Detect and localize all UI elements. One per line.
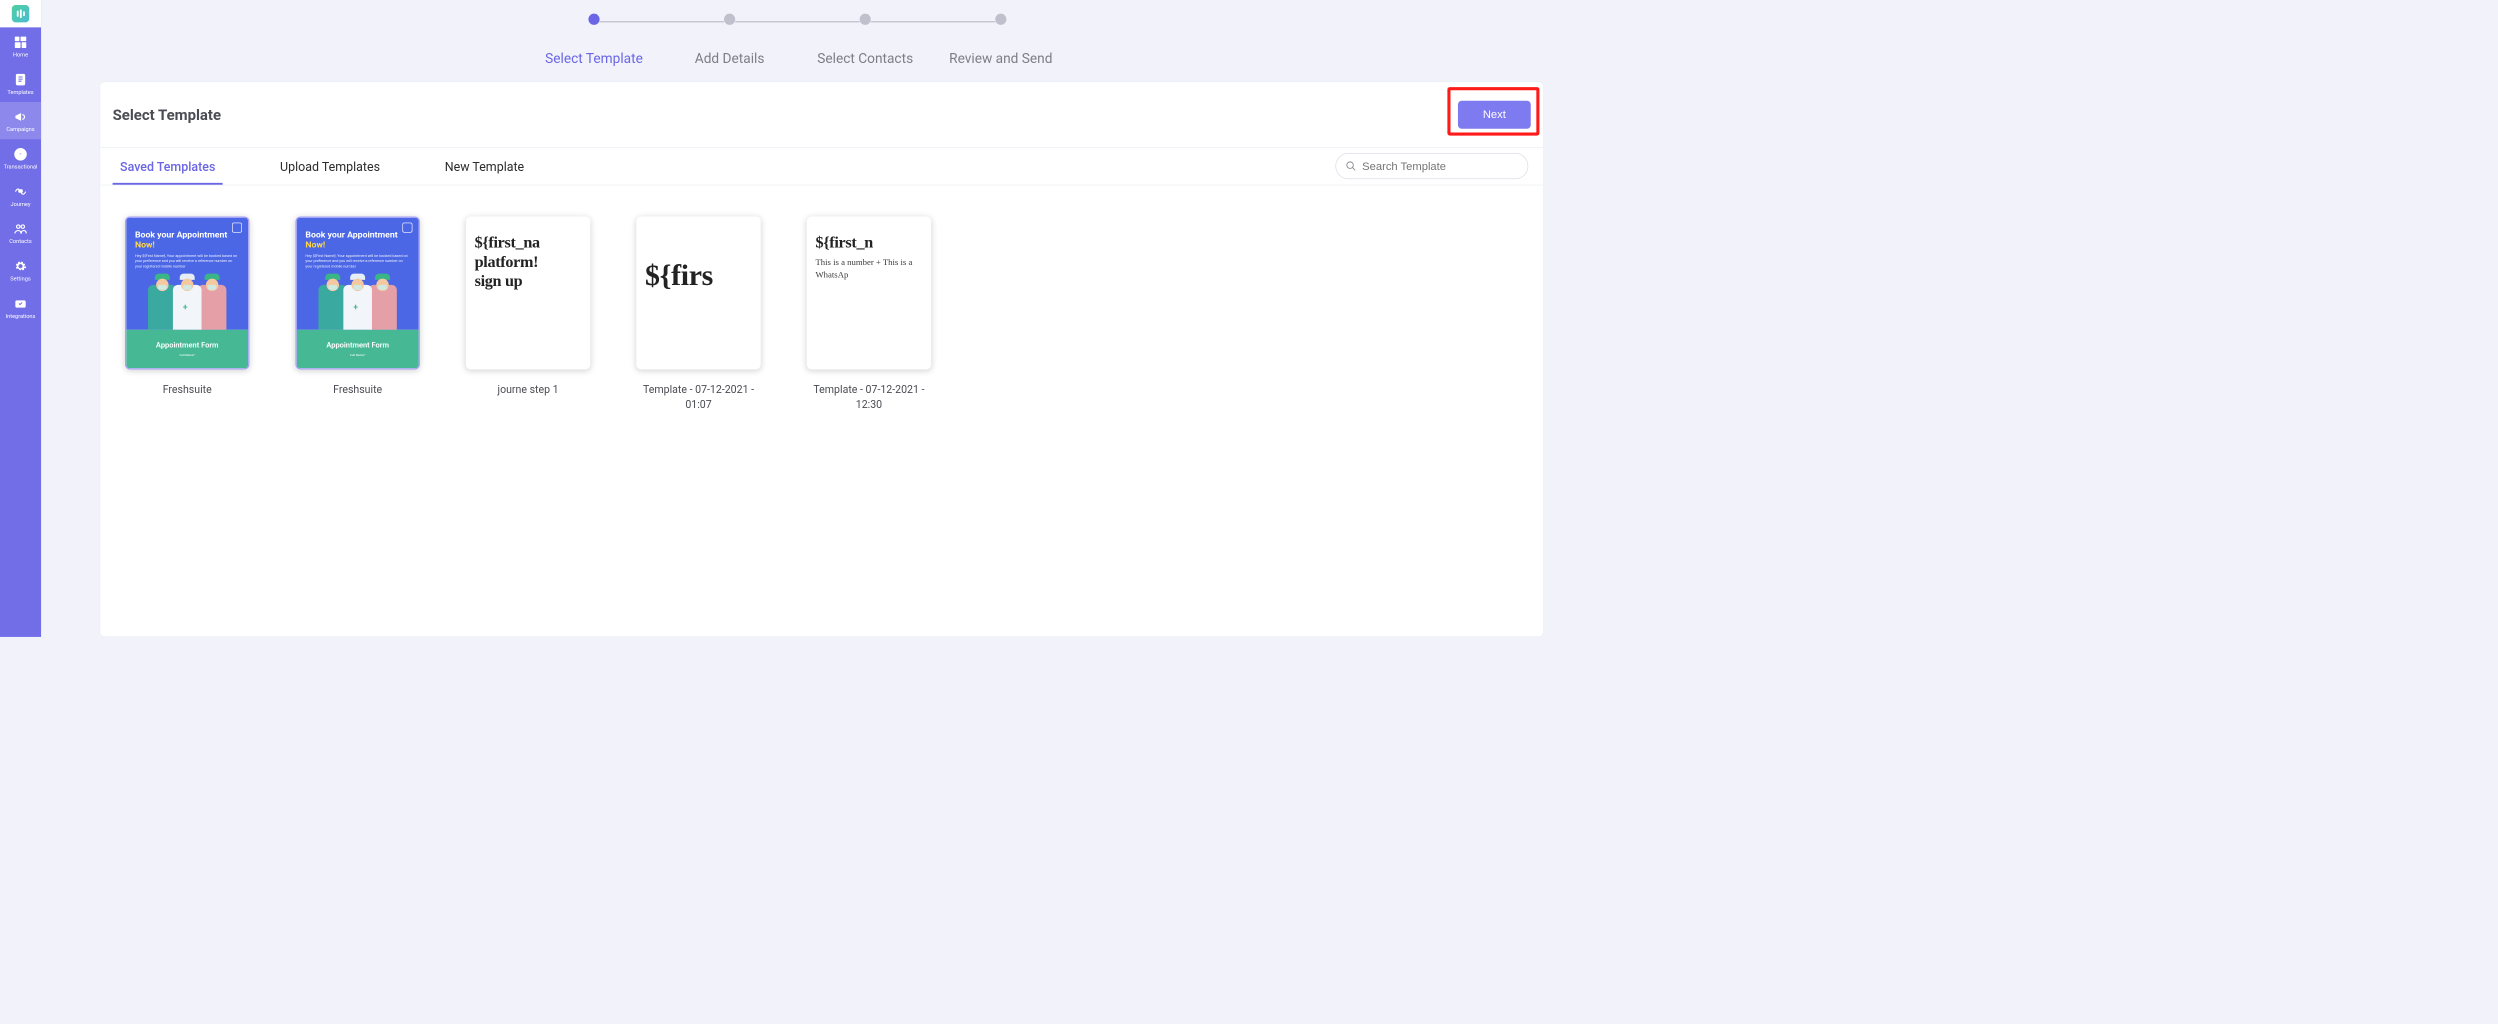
- template-item: ${first_na platform! sign up journe step…: [466, 216, 590, 412]
- next-button-highlight: [1447, 87, 1539, 136]
- step-label-2: Add Details: [662, 51, 798, 67]
- template-thumb[interactable]: ${first_na platform! sign up: [466, 216, 590, 369]
- card-header: Select Template Next: [100, 82, 1543, 148]
- step-connector: [871, 21, 995, 22]
- step-label-1: Select Template: [526, 51, 662, 67]
- sidebar-item-settings[interactable]: Settings: [0, 251, 41, 288]
- sidebar-item-label: Journey: [11, 202, 31, 208]
- bolt-icon: [13, 147, 28, 162]
- sidebar-item-label: Home: [13, 52, 28, 58]
- template-name: Template - 07-12-2021 - 12:30: [807, 383, 931, 413]
- calendar-icon: [402, 223, 412, 233]
- sidebar-item-label: Campaigns: [6, 127, 34, 133]
- template-name: journe step 1: [498, 383, 559, 398]
- step-connector: [735, 21, 859, 22]
- template-thumb[interactable]: ${first_n This is a number + This is a W…: [807, 216, 931, 369]
- gear-icon: [13, 259, 28, 274]
- home-icon: [13, 35, 28, 50]
- contacts-icon: [13, 221, 28, 236]
- step-dot-2[interactable]: [724, 14, 735, 25]
- sidebar-item-templates[interactable]: Templates: [0, 65, 41, 102]
- megaphone-icon: [13, 109, 28, 124]
- step-dot-4[interactable]: [995, 14, 1006, 25]
- sidebar-item-integrations[interactable]: Integrations: [0, 289, 41, 326]
- tab-new-template[interactable]: New Template: [437, 148, 531, 185]
- template-thumb[interactable]: ${firs: [636, 216, 760, 369]
- stepper: Select Template Add Details Select Conta…: [41, 14, 1554, 67]
- templates-grid: Book your Appointment Now! Hey ${First N…: [100, 185, 1543, 425]
- sidebar-item-home[interactable]: Home: [0, 27, 41, 64]
- integrations-icon: [13, 296, 28, 311]
- card-title: Select Template: [113, 106, 221, 123]
- sidebar-item-journey[interactable]: Journey: [0, 177, 41, 214]
- search-input[interactable]: [1335, 153, 1528, 179]
- tabs-row: Saved Templates Upload Templates New Tem…: [100, 148, 1543, 185]
- sidebar-item-label: Settings: [10, 276, 30, 282]
- template-item: Book your Appointment Now! Hey ${First N…: [125, 216, 249, 412]
- tab-upload-templates[interactable]: Upload Templates: [273, 148, 388, 185]
- sidebar-item-label: Transactional: [4, 164, 38, 170]
- search-icon: [1345, 160, 1356, 171]
- sidebar-item-label: Integrations: [6, 313, 36, 319]
- sidebar: Home Templates Campaigns Transactional J…: [0, 0, 41, 637]
- sidebar-item-label: Contacts: [9, 239, 31, 245]
- sidebar-item-campaigns[interactable]: Campaigns: [0, 102, 41, 139]
- sidebar-item-contacts[interactable]: Contacts: [0, 214, 41, 251]
- template-item: Book your Appointment Now! Hey ${First N…: [295, 216, 419, 412]
- app-logo[interactable]: [0, 0, 41, 27]
- sidebar-item-label: Templates: [7, 90, 33, 96]
- step-dot-1[interactable]: [588, 14, 599, 25]
- search-wrap: [1335, 153, 1528, 179]
- calendar-icon: [232, 223, 242, 233]
- main-card: Select Template Next Saved Templates Upl…: [100, 81, 1544, 636]
- step-dot-3[interactable]: [860, 14, 871, 25]
- template-thumb[interactable]: Book your Appointment Now! Hey ${First N…: [125, 216, 249, 369]
- sidebar-item-transactional[interactable]: Transactional: [0, 139, 41, 176]
- template-name: Freshsuite: [333, 383, 382, 398]
- template-thumb[interactable]: Book your Appointment Now! Hey ${First N…: [295, 216, 419, 369]
- template-item: ${first_n This is a number + This is a W…: [807, 216, 931, 412]
- journey-icon: [13, 184, 28, 199]
- template-item: ${firs Template - 07-12-2021 - 01:07: [636, 216, 760, 412]
- template-name: Freshsuite: [163, 383, 212, 398]
- step-label-4: Review and Send: [933, 51, 1069, 67]
- step-label-3: Select Contacts: [797, 51, 933, 67]
- step-connector: [600, 21, 724, 22]
- tab-saved-templates[interactable]: Saved Templates: [113, 148, 223, 185]
- template-name: Template - 07-12-2021 - 01:07: [636, 383, 760, 413]
- templates-icon: [13, 72, 28, 87]
